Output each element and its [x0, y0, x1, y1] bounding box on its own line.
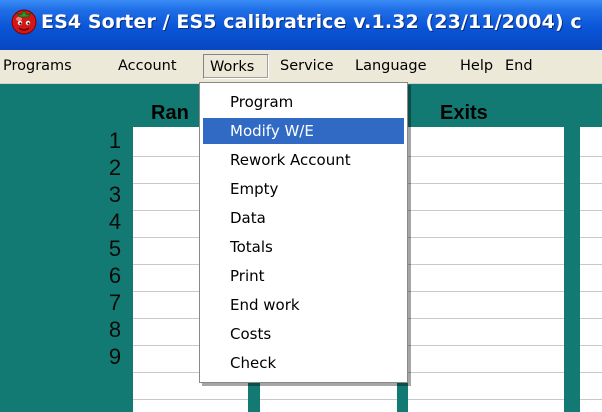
row-number-8: 8 — [108, 317, 122, 342]
menu-item-totals[interactable]: Totals — [203, 234, 404, 260]
menu-item-check[interactable]: Check — [203, 350, 404, 376]
exits-column[interactable] — [408, 127, 564, 412]
menu-item-program[interactable]: Program — [203, 89, 404, 115]
menu-item-costs[interactable]: Costs — [203, 321, 404, 347]
window-title: ES4 Sorter / ES5 calibratrice v.1.32 (23… — [41, 11, 582, 33]
row-number-1: 1 — [108, 128, 122, 153]
title-bar[interactable]: ES4 Sorter / ES5 calibratrice v.1.32 (23… — [0, 0, 602, 50]
menu-language[interactable]: Language — [350, 54, 443, 79]
row-number-2: 2 — [108, 155, 122, 180]
menu-help[interactable]: Help — [456, 54, 498, 79]
menu-item-print[interactable]: Print — [203, 263, 404, 289]
header-exits: Exits — [440, 102, 488, 124]
menu-bar: Programs Account Works Service Language … — [0, 50, 602, 84]
header-ranges: Ran — [151, 102, 189, 124]
menu-end[interactable]: End — [500, 54, 542, 79]
row-number-9: 9 — [108, 344, 122, 366]
menu-item-data[interactable]: Data — [203, 205, 404, 231]
row-number-5: 5 — [108, 236, 122, 261]
menu-programs[interactable]: Programs — [0, 54, 109, 79]
menu-service[interactable]: Service — [275, 54, 346, 79]
menu-item-empty[interactable]: Empty — [203, 176, 404, 202]
menu-item-rework-account[interactable]: Rework Account — [203, 147, 404, 173]
extra-column[interactable] — [580, 127, 602, 412]
works-dropdown-menu: Program Modify W/E Rework Account Empty … — [199, 82, 408, 383]
row-number-4: 4 — [108, 209, 122, 234]
menu-item-end-work[interactable]: End work — [203, 292, 404, 318]
row-number-6: 6 — [108, 263, 122, 288]
tomato-icon — [11, 9, 37, 35]
menu-account[interactable]: Account — [111, 54, 195, 79]
menu-item-modify-we[interactable]: Modify W/E — [203, 118, 404, 144]
row-number-7: 7 — [108, 290, 122, 315]
row-number-3: 3 — [108, 182, 122, 207]
menu-works[interactable]: Works — [203, 54, 269, 79]
